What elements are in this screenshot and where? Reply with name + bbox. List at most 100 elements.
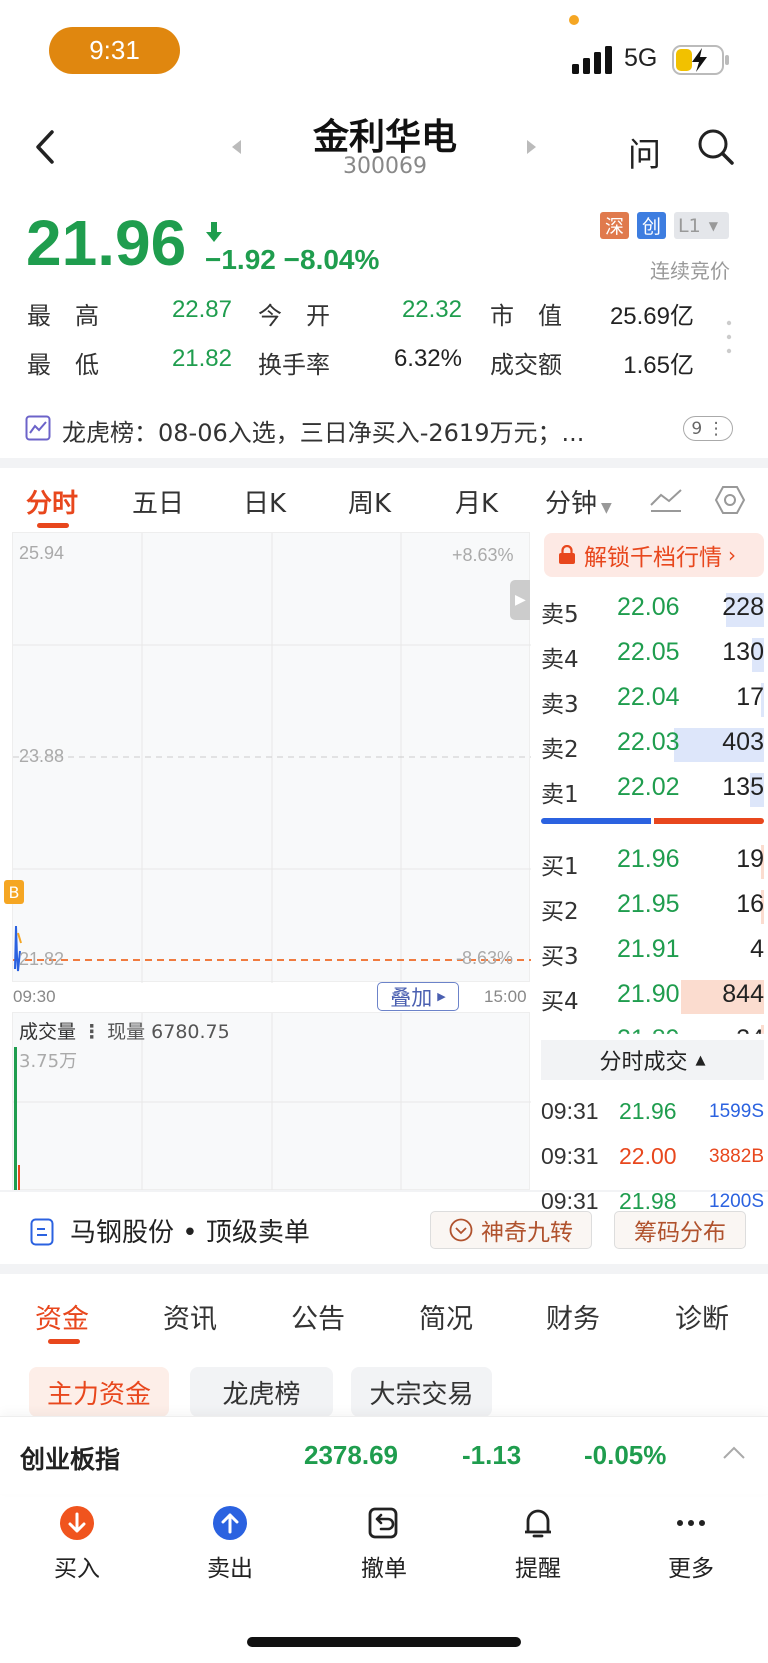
volume-label: 成交量 (19, 1021, 77, 1043)
intraday-chart[interactable] (12, 532, 531, 983)
tab-news[interactable]: 资讯 (163, 1297, 217, 1336)
chevron-up-icon[interactable] (722, 1446, 746, 1460)
stock-name: 金利华电 (312, 117, 457, 158)
news-headline[interactable]: 马钢股份 • 顶级卖单 (70, 1212, 310, 1249)
level-badge[interactable]: L1 ▼ (674, 212, 729, 239)
trading-session: 连续竞价 (650, 259, 730, 283)
buy-marker[interactable]: B (4, 880, 24, 904)
ask-label: 卖2 (541, 737, 579, 763)
unlock-depth-button[interactable]: 解锁千档行情 › (544, 533, 764, 577)
nav-buy[interactable]: 买入 (32, 1505, 122, 1583)
ask-button[interactable]: 问 (628, 128, 661, 176)
stat-value-amount: 1.65亿 (623, 352, 694, 379)
nav-alert[interactable]: 提醒 (493, 1505, 583, 1583)
lock-icon (559, 545, 575, 564)
document-icon (30, 1218, 54, 1246)
index-name: 创业板指 (20, 1445, 121, 1474)
chart-mid-price: 23.88 (19, 746, 65, 766)
stat-value-high: 22.87 (171, 296, 232, 323)
section-divider (0, 1190, 768, 1192)
overlay-label: 叠加 (390, 985, 433, 1010)
magic-nine-button[interactable]: 神奇九转 (430, 1211, 592, 1249)
unlock-label: 解锁千档行情 (584, 545, 722, 571)
tab-financials[interactable]: 财务 (546, 1297, 600, 1336)
tab-indicator (48, 1339, 80, 1344)
bid-label: 买4 (541, 989, 579, 1015)
tab-announcements[interactable]: 公告 (291, 1297, 345, 1336)
ask-row[interactable]: 卖5 22.06 228 (541, 590, 764, 630)
trades-clip (541, 1176, 764, 1190)
ask-price: 22.05 (617, 638, 680, 666)
change-value: −1.92 (205, 244, 276, 275)
next-stock-icon[interactable] (527, 140, 536, 154)
ask-qty: 130 (722, 638, 764, 666)
bid-qty: 16 (736, 890, 764, 918)
trade-price: 21.96 (619, 1098, 677, 1124)
search-icon[interactable] (697, 128, 735, 166)
battery-icon (672, 45, 729, 75)
ask-qty: 17 (736, 683, 764, 711)
dragon-tiger-summary[interactable]: 龙虎榜：08-06入选，三日净买入-2619万元；... (62, 413, 584, 448)
privacy-indicator-dot (569, 15, 579, 25)
check-circle-icon (449, 1218, 473, 1242)
back-icon[interactable] (30, 128, 60, 166)
stat-label-high: 最 高 (27, 302, 99, 330)
bid-row[interactable]: 买2 21.95 16 (541, 887, 764, 927)
ask-price: 22.04 (617, 683, 680, 711)
bid-row[interactable]: 买4 21.90 844 (541, 977, 764, 1017)
cancel-order-icon (368, 1507, 398, 1539)
volume-title: 成交量 ⋮ 现量 6780.75 (19, 1021, 230, 1043)
ask-qty: 135 (722, 773, 764, 801)
prev-stock-icon[interactable] (232, 140, 241, 154)
overlay-button[interactable]: 叠加 ▶ (377, 982, 459, 1011)
tab-weekly-k[interactable]: 周K (348, 483, 391, 520)
ask-label: 卖3 (541, 692, 579, 718)
subtab-block-trade[interactable]: 大宗交易 (351, 1367, 492, 1417)
play-icon: ▶ (437, 990, 446, 1003)
bid-row[interactable]: 买3 21.91 4 (541, 932, 764, 972)
bell-icon (525, 1509, 551, 1538)
chip-distribution-button[interactable]: 筹码分布 (614, 1211, 746, 1249)
tab-daily-k[interactable]: 日K (243, 483, 286, 520)
bid-row[interactable]: 买1 21.96 19 (541, 842, 764, 882)
chart-start-time: 09:30 (13, 987, 56, 1006)
tab-monthly-k[interactable]: 月K (455, 483, 498, 520)
stat-value-mktcap: 25.69亿 (609, 303, 694, 330)
ask-row[interactable]: 卖1 22.02 135 (541, 770, 764, 810)
stat-value-open: 22.32 (401, 296, 462, 323)
nav-cancel-label: 撤单 (361, 1556, 407, 1582)
tab-five-day[interactable]: 五日 (132, 483, 184, 520)
ask-row[interactable]: 卖4 22.05 130 (541, 635, 764, 675)
trades-header[interactable]: 分时成交 ▲ (541, 1040, 764, 1080)
chart-end-time: 15:00 (484, 987, 527, 1006)
index-value: 2378.69 (304, 1440, 398, 1470)
tab-intraday[interactable]: 分时 (26, 483, 78, 520)
trade-price: 22.00 (619, 1143, 677, 1169)
nav-more[interactable]: 更多 (646, 1505, 736, 1583)
chart-style-icon[interactable] (649, 487, 683, 513)
tab-profile[interactable]: 简况 (419, 1297, 473, 1336)
nav-cancel-order[interactable]: 撤单 (339, 1505, 429, 1583)
current-price: 21.96 (26, 207, 187, 279)
stock-code: 300069 (343, 154, 427, 179)
stat-label-mktcap: 市 值 (490, 302, 562, 330)
subtab-dragon-tiger[interactable]: 龙虎榜 (190, 1367, 333, 1417)
tab-funds[interactable]: 资金 (35, 1297, 89, 1336)
dragon-tiger-count[interactable]: 9 ⋮ (683, 416, 733, 441)
tab-diagnosis[interactable]: 诊断 (675, 1297, 729, 1336)
chart-grid (13, 533, 531, 983)
ask-row[interactable]: 卖3 22.04 17 (541, 680, 764, 720)
settings-icon[interactable] (714, 484, 746, 516)
chevron-down-icon: ▼ (708, 218, 718, 233)
stat-value-low: 21.82 (171, 345, 232, 372)
nav-sell[interactable]: 卖出 (185, 1505, 275, 1583)
trade-time: 09:31 (541, 1143, 599, 1169)
down-arrow-icon (206, 222, 222, 242)
caret-down-icon: ▼ (601, 500, 612, 516)
subtab-main-funds[interactable]: 主力资金 (29, 1367, 169, 1417)
more-stats-icon[interactable] (726, 320, 732, 354)
market-badge-sz: 深 (600, 212, 629, 239)
tab-minute[interactable]: 分钟 ▼ (545, 483, 612, 520)
more-icon (677, 1520, 705, 1526)
ask-row[interactable]: 卖2 22.03 403 (541, 725, 764, 765)
